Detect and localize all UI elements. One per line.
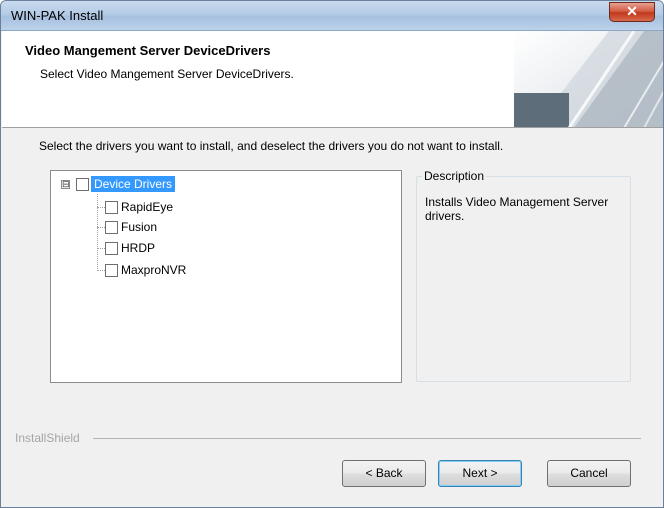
tree-item-label[interactable]: RapidEye [118,199,176,215]
tree-connector [97,207,105,208]
header-banner-graphic [514,31,663,127]
hrdp-checkbox[interactable] [105,241,118,255]
tree-connector [97,227,105,228]
next-button[interactable]: Next > [438,460,522,487]
maxpronvr-checkbox[interactable] [105,263,118,277]
title-bar[interactable]: WIN-PAK Install ✕ [1,1,663,31]
installer-window: WIN-PAK Install ✕ Video Mangement Server… [0,0,664,508]
fusion-checkbox[interactable] [105,220,118,234]
tree-connector [97,248,105,249]
tree-item-rapideye[interactable]: RapidEye [105,198,176,216]
tree-item-device-drivers[interactable]: ⊟ Device Drivers [61,175,176,193]
tree-item-label[interactable]: Device Drivers [91,176,176,192]
tree-item-label[interactable]: MaxproNVR [118,262,189,278]
collapse-icon[interactable]: ⊟ [61,179,70,189]
separator [93,438,641,439]
description-text: Installs Video Management Server drivers… [425,195,609,223]
close-button[interactable]: ✕ [609,2,655,22]
tree-connector [97,194,98,271]
cancel-button[interactable]: Cancel [547,460,631,487]
tree-item-hrdp[interactable]: HRDP [105,239,158,257]
tree-item-maxpronvr[interactable]: MaxproNVR [105,261,189,279]
window-title: WIN-PAK Install [11,8,104,23]
rapideye-checkbox[interactable] [105,200,118,214]
tree-item-fusion[interactable]: Fusion [105,218,160,236]
instruction-text: Select the drivers you want to install, … [39,139,504,153]
page-title: Video Mangement Server DeviceDrivers [25,43,271,58]
driver-tree[interactable]: ⊟ Device Drivers RapidEye Fusion HRDP Ma… [50,170,402,383]
description-title: Description [422,169,487,183]
device-drivers-checkbox[interactable] [76,177,89,191]
tree-connector [97,270,105,271]
window-edge [1,128,7,507]
installshield-brand: InstallShield [15,431,80,445]
close-icon: ✕ [626,3,638,19]
tree-item-label[interactable]: Fusion [118,219,160,235]
wizard-header: Video Mangement Server DeviceDrivers Sel… [2,31,663,128]
tree-item-label[interactable]: HRDP [118,240,158,256]
back-button[interactable]: < Back [342,460,426,487]
page-subtitle: Select Video Mangement Server DeviceDriv… [40,67,294,81]
